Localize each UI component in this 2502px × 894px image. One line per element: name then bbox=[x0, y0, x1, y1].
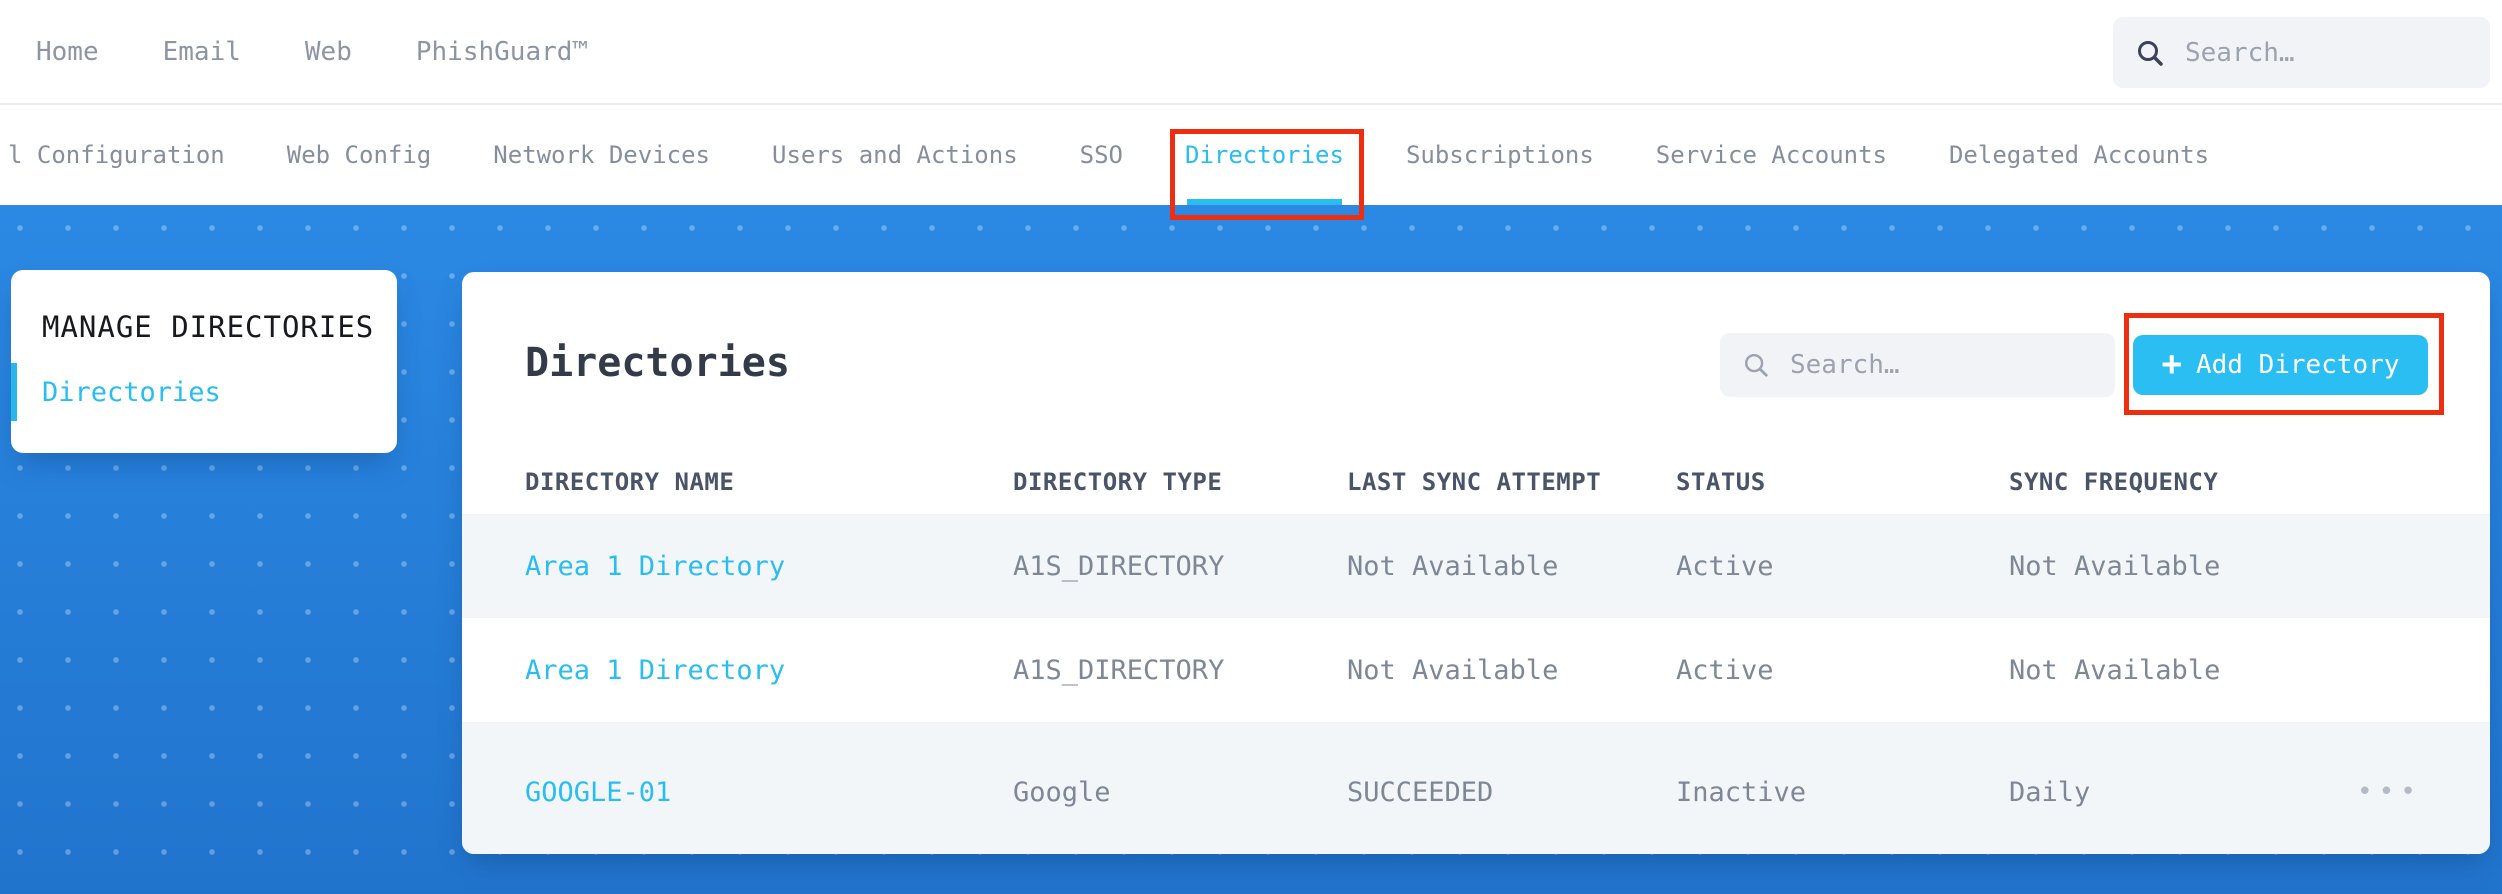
ellipsis-icon[interactable]: ••• bbox=[2357, 779, 2417, 805]
manage-directories-card: MANAGE DIRECTORIES Directories bbox=[11, 270, 397, 453]
column-header: DIRECTORY TYPE bbox=[1013, 468, 1223, 496]
table-row: Area 1 Directory A1S_DIRECTORY Not Avail… bbox=[462, 618, 2490, 722]
section-tab-label: Directories bbox=[1185, 141, 1344, 169]
sync-frequency-cell: Daily bbox=[2009, 776, 2091, 808]
last-sync-cell: SUCCEEDED bbox=[1347, 776, 1494, 808]
add-directory-label: Add Directory bbox=[2195, 350, 2400, 380]
directory-name-link[interactable]: Area 1 Directory bbox=[525, 551, 1013, 582]
sync-frequency-cell: Not Available bbox=[2009, 654, 2221, 686]
section-tab-label: Web Config bbox=[286, 141, 432, 169]
top-nav: Home Email Web PhishGuard™ bbox=[0, 0, 2502, 105]
section-tab-label: Service Accounts bbox=[1655, 141, 1887, 169]
directory-name-link[interactable]: GOOGLE-01 bbox=[525, 777, 1013, 808]
section-tab[interactable]: Web Config bbox=[287, 105, 432, 205]
top-nav-items: Home Email Web PhishGuard™ bbox=[0, 0, 588, 103]
search-icon bbox=[2138, 40, 2163, 66]
section-tab[interactable]: Network Devices bbox=[493, 105, 710, 205]
directories-search-input[interactable] bbox=[1788, 349, 2093, 381]
directory-type-cell: A1S_DIRECTORY bbox=[1013, 654, 1225, 686]
table-row: GOOGLE-01 Google SUCCEEDED Inactive Dail… bbox=[462, 722, 2490, 854]
column-header: DIRECTORY NAME bbox=[525, 468, 735, 496]
last-sync-cell: Not Available bbox=[1347, 550, 1559, 582]
sync-frequency-cell: Not Available bbox=[2009, 550, 2221, 582]
global-search-input[interactable] bbox=[2183, 36, 2468, 69]
section-tab-label: l Configuration bbox=[8, 141, 225, 169]
section-tab[interactable]: Directories bbox=[1170, 105, 1364, 220]
directories-table: DIRECTORY NAME DIRECTORY TYPE LAST SYNC AT… bbox=[462, 450, 2490, 854]
top-nav-item[interactable]: PhishGuard™ bbox=[416, 37, 588, 67]
search-icon bbox=[1744, 353, 1768, 377]
side-card-menu: Directories bbox=[11, 363, 397, 421]
directory-name-link[interactable]: Area 1 Directory bbox=[525, 655, 1013, 686]
plus-icon: + bbox=[2161, 343, 2182, 384]
section-tabs: l Configuration Web Config Network Devic… bbox=[0, 105, 2502, 220]
global-search[interactable] bbox=[2113, 17, 2490, 88]
column-header: STATUS bbox=[1676, 468, 1766, 496]
top-nav-item[interactable]: Web bbox=[305, 37, 352, 67]
screen: Home Email Web PhishGuard™ l Configuration … bbox=[0, 0, 2502, 894]
section-tab[interactable]: Users and Actions bbox=[772, 105, 1018, 205]
directories-card: Directories + Add Directory DIRECTORY NA… bbox=[462, 272, 2490, 854]
active-item-bar bbox=[11, 363, 17, 421]
section-tab-label: SSO bbox=[1079, 141, 1123, 169]
section-tab[interactable]: Delegated Accounts bbox=[1949, 105, 2209, 205]
section-tab-label: Subscriptions bbox=[1405, 141, 1594, 169]
add-directory-wrap: + Add Directory bbox=[2124, 313, 2444, 415]
section-tab[interactable]: l Configuration bbox=[8, 105, 225, 205]
status-cell: Inactive bbox=[1676, 776, 1807, 808]
column-header: LAST SYNC ATTEMPT bbox=[1347, 468, 1602, 496]
section-tab-label: Users and Actions bbox=[772, 141, 1018, 169]
section-tab-label: Network Devices bbox=[493, 141, 710, 169]
section-tab[interactable]: SSO bbox=[1080, 105, 1123, 205]
side-menu-item-directories[interactable]: Directories bbox=[11, 363, 397, 421]
section-tab[interactable]: Service Accounts bbox=[1656, 105, 1887, 205]
directories-search[interactable] bbox=[1720, 333, 2115, 397]
page-title: Directories bbox=[525, 340, 790, 386]
add-directory-button[interactable]: + Add Directory bbox=[2133, 335, 2428, 395]
section-tab[interactable]: Subscriptions bbox=[1406, 105, 1594, 205]
table-header: DIRECTORY NAME DIRECTORY TYPE LAST SYNC AT… bbox=[462, 450, 2490, 514]
top-nav-item[interactable]: Email bbox=[163, 37, 241, 67]
top-nav-item[interactable]: Home bbox=[36, 37, 99, 67]
directory-type-cell: Google bbox=[1013, 776, 1111, 808]
directory-type-cell: A1S_DIRECTORY bbox=[1013, 550, 1225, 582]
status-cell: Active bbox=[1676, 550, 1774, 582]
side-card-title: MANAGE DIRECTORIES bbox=[42, 310, 375, 344]
active-tab-underline bbox=[1187, 199, 1342, 205]
side-menu-item-label: Directories bbox=[42, 376, 221, 408]
column-header: SYNC FREQUENCY bbox=[2009, 468, 2219, 496]
table-row: Area 1 Directory A1S_DIRECTORY Not Avail… bbox=[462, 514, 2490, 618]
last-sync-cell: Not Available bbox=[1347, 654, 1559, 686]
section-tab-label: Delegated Accounts bbox=[1948, 141, 2210, 169]
table-body: Area 1 Directory A1S_DIRECTORY Not Avail… bbox=[462, 514, 2490, 854]
status-cell: Active bbox=[1676, 654, 1774, 686]
